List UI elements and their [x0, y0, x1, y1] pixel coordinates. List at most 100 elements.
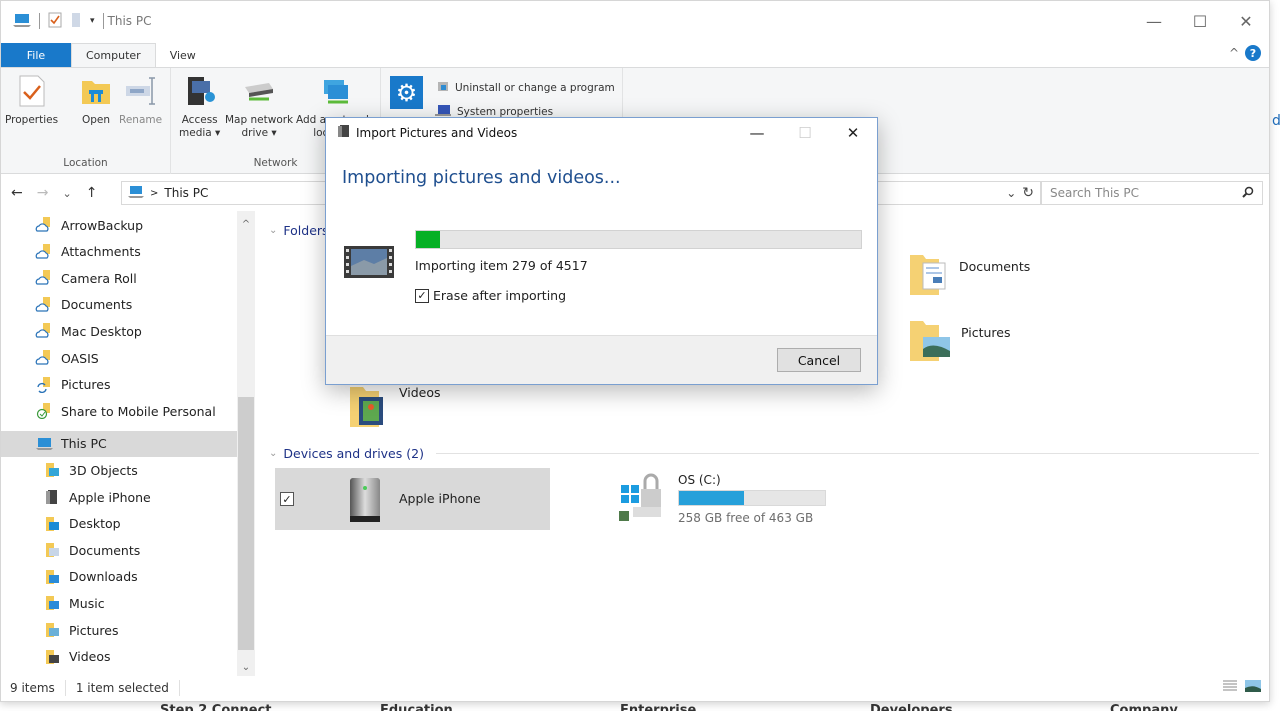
- ribbon-tabs: File Computer View: [1, 43, 1269, 67]
- nav-item-downloads[interactable]: Downloads: [1, 564, 237, 590]
- nav-item-label: Music: [69, 595, 105, 611]
- nav-item-arrowbackup[interactable]: ArrowBackup: [1, 212, 237, 238]
- map-network-drive-button[interactable]: Map network drive ▾: [225, 74, 293, 140]
- erase-after-importing-checkbox[interactable]: ✓ Erase after importing: [415, 288, 566, 303]
- nav-item-label: 3D Objects: [69, 462, 138, 478]
- collapse-ribbon-icon[interactable]: ^: [1229, 46, 1239, 60]
- search-input[interactable]: Search This PC: [1041, 181, 1263, 205]
- quick-access-toolbar: ▾: [13, 12, 104, 31]
- folder-pictures[interactable]: Pictures: [909, 317, 1011, 366]
- nav-item-label: Mac Desktop: [61, 323, 142, 339]
- tab-view[interactable]: View: [156, 43, 210, 67]
- access-media-icon: [183, 74, 217, 108]
- settings-gear-icon[interactable]: ⚙: [390, 76, 423, 109]
- device-apple-iphone[interactable]: ✓ Apple iPhone: [275, 468, 550, 530]
- nav-item-camera-roll[interactable]: Camera Roll: [1, 265, 237, 291]
- cloud-folder-icon: [35, 322, 53, 340]
- large-icons-view-icon[interactable]: [1245, 680, 1261, 695]
- location-group: Properties Open Rename Location: [1, 68, 171, 174]
- customize-quick-access-icon[interactable]: ▾: [90, 16, 95, 26]
- up-button[interactable]: ↑: [86, 185, 98, 201]
- properties-button[interactable]: Properties: [5, 74, 58, 127]
- import-progress-text: Importing item 279 of 4517: [415, 258, 588, 273]
- folder-documents[interactable]: Documents: [909, 251, 1030, 300]
- properties-quick-icon[interactable]: [48, 12, 62, 31]
- pictures-folder-icon: [43, 621, 61, 639]
- sync-folder-icon: [35, 376, 53, 394]
- nav-item-this-pc[interactable]: This PC: [1, 430, 237, 457]
- address-dropdown-icon[interactable]: ⌄: [1006, 186, 1016, 200]
- nav-item-pictures[interactable]: Pictures: [1, 617, 237, 643]
- recent-locations-button[interactable]: ⌄: [62, 187, 71, 200]
- nav-item-label: Camera Roll: [61, 270, 137, 286]
- desktop-folder-icon: [43, 515, 61, 533]
- cancel-button[interactable]: Cancel: [777, 348, 861, 372]
- nav-item-documents[interactable]: Documents: [1, 292, 237, 318]
- details-view-icon[interactable]: [1223, 680, 1237, 695]
- help-icon[interactable]: ?: [1245, 45, 1261, 61]
- synced-folder-icon: [35, 402, 53, 420]
- back-button[interactable]: ←: [11, 185, 23, 201]
- selection-count: 1 item selected: [75, 680, 169, 695]
- cloud-folder-icon: [35, 269, 53, 287]
- dialog-close-button[interactable]: ✕: [829, 118, 877, 148]
- nav-item-label: This PC: [61, 436, 107, 452]
- refresh-icon[interactable]: ↻: [1022, 185, 1034, 201]
- breadcrumb-this-pc[interactable]: This PC: [164, 186, 208, 200]
- uninstall-icon: [437, 80, 449, 95]
- rename-button[interactable]: Rename: [119, 74, 162, 127]
- device-os-drive[interactable]: OS (C:) 258 GB free of 463 GB: [619, 473, 839, 533]
- search-placeholder: Search This PC: [1050, 186, 1139, 200]
- iphone-device-icon: [43, 488, 61, 506]
- nav-item-pictures[interactable]: Pictures: [1, 372, 237, 398]
- navigation-pane: Videos Pictures Music Downloads Documents Des…: [1, 211, 256, 676]
- nav-item-label: Downloads: [69, 569, 138, 585]
- folders-section-header[interactable]: ⌄ Folders: [269, 223, 329, 238]
- nav-item-label: Documents: [69, 542, 141, 558]
- this-pc-icon: [128, 185, 144, 201]
- close-button[interactable]: ✕: [1223, 1, 1269, 41]
- checkbox-icon[interactable]: ✓: [415, 288, 429, 303]
- nav-item-mac-desktop[interactable]: Mac Desktop: [1, 318, 237, 344]
- downloads-folder-icon: [43, 568, 61, 586]
- folder-videos[interactable]: Videos: [349, 383, 441, 432]
- location-group-label: Location: [63, 157, 108, 169]
- os-drive-icon: [619, 473, 673, 526]
- devices-section-header[interactable]: ⌄ Devices and drives (2): [269, 446, 1259, 461]
- map-drive-icon: [242, 74, 276, 108]
- maximize-button[interactable]: ☐: [1177, 1, 1223, 41]
- nav-item-desktop[interactable]: Desktop: [1, 511, 237, 537]
- videos-folder-icon: [43, 648, 61, 666]
- nav-item-music[interactable]: Music: [1, 590, 237, 616]
- access-media-button[interactable]: Access media ▾: [179, 74, 220, 140]
- nav-item-videos[interactable]: Videos: [1, 644, 237, 670]
- scroll-thumb[interactable]: [238, 397, 254, 650]
- nav-item-share-to-mobile-personal[interactable]: Share to Mobile Personal: [1, 398, 237, 424]
- new-folder-quick-icon[interactable]: [70, 12, 82, 31]
- nav-item-documents[interactable]: Documents: [1, 537, 237, 563]
- open-button[interactable]: Open: [79, 74, 113, 127]
- device-select-checkbox[interactable]: ✓: [280, 492, 294, 506]
- nav-item-label: Desktop: [69, 516, 121, 532]
- cloud-folder-icon: [35, 296, 53, 314]
- nav-scrollbar[interactable]: ^ ⌄: [237, 211, 255, 676]
- nav-item-apple-iphone[interactable]: Apple iPhone: [1, 484, 237, 510]
- nav-item-label: Share to Mobile Personal: [61, 403, 216, 419]
- minimize-button[interactable]: —: [1131, 1, 1177, 41]
- nav-item-oasis[interactable]: OASIS: [1, 345, 237, 371]
- video-thumbnail-icon: [344, 246, 394, 278]
- breadcrumb-separator: >: [150, 187, 159, 199]
- videos-folder-icon: [349, 383, 389, 432]
- uninstall-program-button[interactable]: Uninstall or change a program: [437, 80, 615, 95]
- forward-button[interactable]: →: [37, 185, 49, 201]
- scroll-up-icon[interactable]: ^: [237, 215, 255, 233]
- import-progress-bar: [415, 230, 862, 249]
- nav-item-attachments[interactable]: Attachments: [1, 239, 237, 265]
- nav-item-3d-objects[interactable]: 3D Objects: [1, 457, 237, 483]
- item-count: 9 items: [10, 680, 55, 695]
- tab-file[interactable]: File: [1, 43, 71, 67]
- tab-computer[interactable]: Computer: [71, 43, 156, 67]
- dialog-minimize-button[interactable]: —: [733, 118, 781, 148]
- import-dialog: Import Pictures and Videos — ☐ ✕ Importi…: [325, 117, 878, 385]
- nav-item-label: ArrowBackup: [61, 217, 144, 233]
